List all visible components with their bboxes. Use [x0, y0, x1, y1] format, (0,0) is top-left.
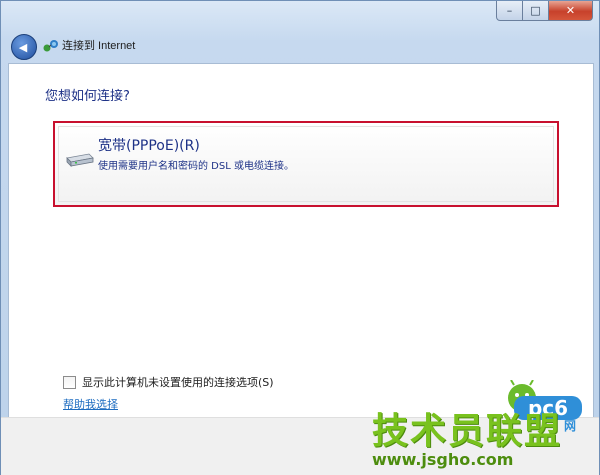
help-me-choose-link[interactable]: 帮助我选择 — [63, 396, 118, 412]
back-button[interactable]: ◀ — [11, 34, 37, 60]
option-title: 宽带(PPPoE)(R) — [98, 138, 200, 154]
caption-buttons: – □ ✕ — [496, 1, 593, 21]
watermark-text: 技术员联盟 — [372, 411, 563, 452]
logo-sub: 网 — [564, 419, 576, 432]
checkbox-label: 显示此计算机未设置使用的连接选项(S) — [82, 376, 274, 389]
back-arrow-icon: ◀ — [18, 40, 28, 54]
broadband-pppoe-option[interactable]: 宽带(PPPoE)(R) 使用需要用户名和密码的 DSL 或电缆连接。 — [53, 121, 559, 207]
page-heading: 您想如何连接? — [45, 89, 130, 104]
wizard-content: 您想如何连接? 宽带(PPPoE)(R) 使用需要用户名和密码的 DSL 或电缆… — [8, 63, 594, 418]
window-title: 连接到 Internet — [62, 40, 136, 52]
maximize-button[interactable]: □ — [523, 1, 549, 21]
network-icon — [43, 40, 58, 52]
minimize-button[interactable]: – — [496, 1, 523, 21]
show-unset-options-row[interactable]: 显示此计算机未设置使用的连接选项(S) — [63, 374, 274, 390]
title-bar: – □ ✕ ◀ 连接到 Internet — [1, 1, 599, 63]
watermark-url: www.jsgho.com — [372, 450, 514, 469]
show-unset-options-checkbox[interactable] — [63, 375, 76, 389]
broadband-modem-icon — [66, 153, 94, 167]
close-button[interactable]: ✕ — [549, 1, 593, 21]
option-description: 使用需要用户名和密码的 DSL 或电缆连接。 — [98, 161, 294, 172]
